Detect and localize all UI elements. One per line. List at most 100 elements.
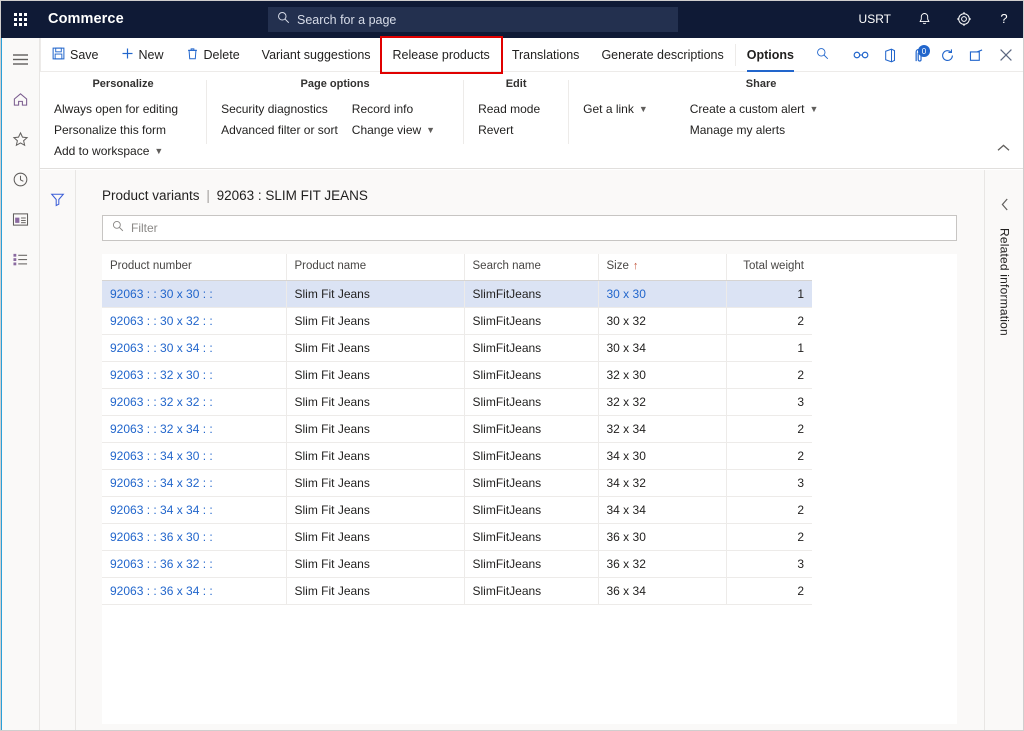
cell-product-number[interactable]: 92063 : : 30 x 34 : : bbox=[102, 334, 286, 361]
page-title: Product variants | 92063 : SLIM FIT JEAN… bbox=[102, 188, 984, 203]
refresh-icon[interactable] bbox=[933, 38, 962, 72]
table-row[interactable]: 92063 : : 32 x 30 : : Slim Fit Jeans Sli… bbox=[102, 361, 812, 388]
collapse-ribbon-button[interactable] bbox=[997, 144, 1010, 155]
page-title-text: Product variants bbox=[102, 188, 200, 203]
variant-suggestions-button[interactable]: Variant suggestions bbox=[251, 38, 382, 72]
create-a-custom-alert-label: Create a custom alert bbox=[690, 102, 805, 116]
variant-suggestions-label: Variant suggestions bbox=[262, 48, 371, 62]
revert-command[interactable]: Revert bbox=[478, 121, 540, 138]
delete-label: Delete bbox=[204, 48, 240, 62]
change-view-command[interactable]: Change view ▼ bbox=[352, 121, 435, 138]
table-row[interactable]: 92063 : : 36 x 34 : : Slim Fit Jeans Sli… bbox=[102, 577, 812, 604]
cell-product-name: Slim Fit Jeans bbox=[286, 442, 464, 469]
cell-product-number[interactable]: 92063 : : 30 x 32 : : bbox=[102, 307, 286, 334]
quick-filter-input[interactable]: Filter bbox=[102, 215, 957, 241]
chevron-left-icon[interactable] bbox=[1001, 198, 1009, 214]
cell-product-number[interactable]: 92063 : : 36 x 34 : : bbox=[102, 577, 286, 604]
generate-descriptions-button[interactable]: Generate descriptions bbox=[590, 38, 734, 72]
new-button[interactable]: New bbox=[110, 38, 175, 72]
cell-product-number[interactable]: 92063 : : 34 x 34 : : bbox=[102, 496, 286, 523]
table-row[interactable]: 92063 : : 34 x 34 : : Slim Fit Jeans Sli… bbox=[102, 496, 812, 523]
cell-size: 32 x 32 bbox=[598, 388, 726, 415]
app-launcher-icon[interactable] bbox=[0, 13, 40, 26]
top-bar-actions: USRT ? bbox=[846, 0, 1024, 38]
get-a-link-command[interactable]: Get a link ▼ bbox=[583, 100, 648, 117]
security-diagnostics-command[interactable]: Security diagnostics bbox=[221, 100, 338, 117]
cell-size: 34 x 32 bbox=[598, 469, 726, 496]
add-to-workspace-command[interactable]: Add to workspace ▼ bbox=[54, 142, 178, 159]
cell-product-number[interactable]: 92063 : : 34 x 30 : : bbox=[102, 442, 286, 469]
cell-total-weight: 2 bbox=[726, 415, 812, 442]
advanced-filter-or-sort-command[interactable]: Advanced filter or sort bbox=[221, 121, 338, 138]
sidebar-item-favorites[interactable] bbox=[0, 122, 40, 162]
clock-icon bbox=[12, 171, 29, 193]
create-a-custom-alert-command[interactable]: Create a custom alert ▼ bbox=[690, 100, 819, 117]
translations-button[interactable]: Translations bbox=[501, 38, 591, 72]
search-icon bbox=[277, 11, 290, 29]
action-search-button[interactable] bbox=[805, 38, 840, 72]
bell-icon[interactable] bbox=[904, 0, 944, 38]
global-search-box[interactable]: Search for a page bbox=[268, 7, 678, 32]
table-row[interactable]: 92063 : : 30 x 30 : : Slim Fit Jeans Sli… bbox=[102, 280, 812, 307]
release-products-label: Release products bbox=[393, 48, 490, 62]
sidebar-item-recent[interactable] bbox=[0, 162, 40, 202]
cell-product-name: Slim Fit Jeans bbox=[286, 523, 464, 550]
cell-size: 30 x 30 bbox=[598, 280, 726, 307]
advanced-filter-or-sort-label: Advanced filter or sort bbox=[221, 123, 338, 137]
column-header-product-name[interactable]: Product name bbox=[286, 254, 464, 280]
close-icon[interactable] bbox=[991, 38, 1020, 72]
save-button[interactable]: Save bbox=[40, 38, 110, 72]
personalize-this-form-command[interactable]: Personalize this form bbox=[54, 121, 178, 138]
cell-total-weight: 2 bbox=[726, 577, 812, 604]
view-glasses-icon[interactable] bbox=[846, 38, 875, 72]
table-row[interactable]: 92063 : : 34 x 30 : : Slim Fit Jeans Sli… bbox=[102, 442, 812, 469]
cell-product-number[interactable]: 92063 : : 36 x 30 : : bbox=[102, 523, 286, 550]
delete-button[interactable]: Delete bbox=[175, 38, 251, 72]
table-row[interactable]: 92063 : : 30 x 34 : : Slim Fit Jeans Sli… bbox=[102, 334, 812, 361]
record-info-command[interactable]: Record info bbox=[352, 100, 435, 117]
cell-size: 34 x 34 bbox=[598, 496, 726, 523]
cell-product-name: Slim Fit Jeans bbox=[286, 334, 464, 361]
cell-product-number[interactable]: 92063 : : 32 x 32 : : bbox=[102, 388, 286, 415]
release-products-button[interactable]: Release products bbox=[382, 38, 501, 72]
sidebar-item-modules[interactable] bbox=[0, 242, 40, 282]
cell-product-number[interactable]: 92063 : : 32 x 30 : : bbox=[102, 361, 286, 388]
column-header-product-number[interactable]: Product number bbox=[102, 254, 286, 280]
hamburger-menu-icon bbox=[12, 53, 29, 71]
question-mark-icon[interactable]: ? bbox=[984, 0, 1024, 38]
column-header-search-name[interactable]: Search name bbox=[464, 254, 598, 280]
cell-product-number[interactable]: 92063 : : 30 x 30 : : bbox=[102, 280, 286, 307]
column-header-total-weight[interactable]: Total weight bbox=[726, 254, 812, 280]
group-title-edit: Edit bbox=[478, 78, 554, 92]
sidebar-item-workspaces[interactable] bbox=[0, 202, 40, 242]
table-row[interactable]: 92063 : : 34 x 32 : : Slim Fit Jeans Sli… bbox=[102, 469, 812, 496]
read-mode-command[interactable]: Read mode bbox=[478, 100, 540, 117]
attachments-icon[interactable]: 0 bbox=[904, 38, 933, 72]
table-row[interactable]: 92063 : : 32 x 32 : : Slim Fit Jeans Sli… bbox=[102, 388, 812, 415]
tab-options[interactable]: Options bbox=[736, 38, 805, 72]
cell-product-number[interactable]: 92063 : : 34 x 32 : : bbox=[102, 469, 286, 496]
table-row[interactable]: 92063 : : 32 x 34 : : Slim Fit Jeans Sli… bbox=[102, 415, 812, 442]
gear-icon[interactable] bbox=[944, 0, 984, 38]
chevron-down-icon: ▼ bbox=[639, 104, 648, 114]
office-icon[interactable] bbox=[875, 38, 904, 72]
sidebar-item-home[interactable] bbox=[0, 82, 40, 122]
table-row[interactable]: 92063 : : 36 x 30 : : Slim Fit Jeans Sli… bbox=[102, 523, 812, 550]
sidebar-item-navigation-menu[interactable] bbox=[0, 42, 40, 82]
cell-product-name: Slim Fit Jeans bbox=[286, 280, 464, 307]
always-open-for-editing-command[interactable]: Always open for editing bbox=[54, 100, 178, 117]
table-row[interactable]: 92063 : : 36 x 32 : : Slim Fit Jeans Sli… bbox=[102, 550, 812, 577]
table-row[interactable]: 92063 : : 30 x 32 : : Slim Fit Jeans Sli… bbox=[102, 307, 812, 334]
column-header-size[interactable]: Size↑ bbox=[598, 254, 726, 280]
related-information-label[interactable]: Related information bbox=[998, 228, 1012, 336]
cell-product-number[interactable]: 92063 : : 32 x 34 : : bbox=[102, 415, 286, 442]
manage-my-alerts-command[interactable]: Manage my alerts bbox=[690, 121, 819, 138]
company-selector[interactable]: USRT bbox=[846, 12, 904, 26]
read-mode-label: Read mode bbox=[478, 102, 540, 116]
cell-search-name: SlimFitJeans bbox=[464, 550, 598, 577]
sort-ascending-icon: ↑ bbox=[629, 260, 639, 272]
funnel-filter-icon[interactable] bbox=[50, 192, 65, 731]
open-in-new-window-icon[interactable] bbox=[962, 38, 991, 72]
cell-product-number[interactable]: 92063 : : 36 x 32 : : bbox=[102, 550, 286, 577]
cell-search-name: SlimFitJeans bbox=[464, 415, 598, 442]
